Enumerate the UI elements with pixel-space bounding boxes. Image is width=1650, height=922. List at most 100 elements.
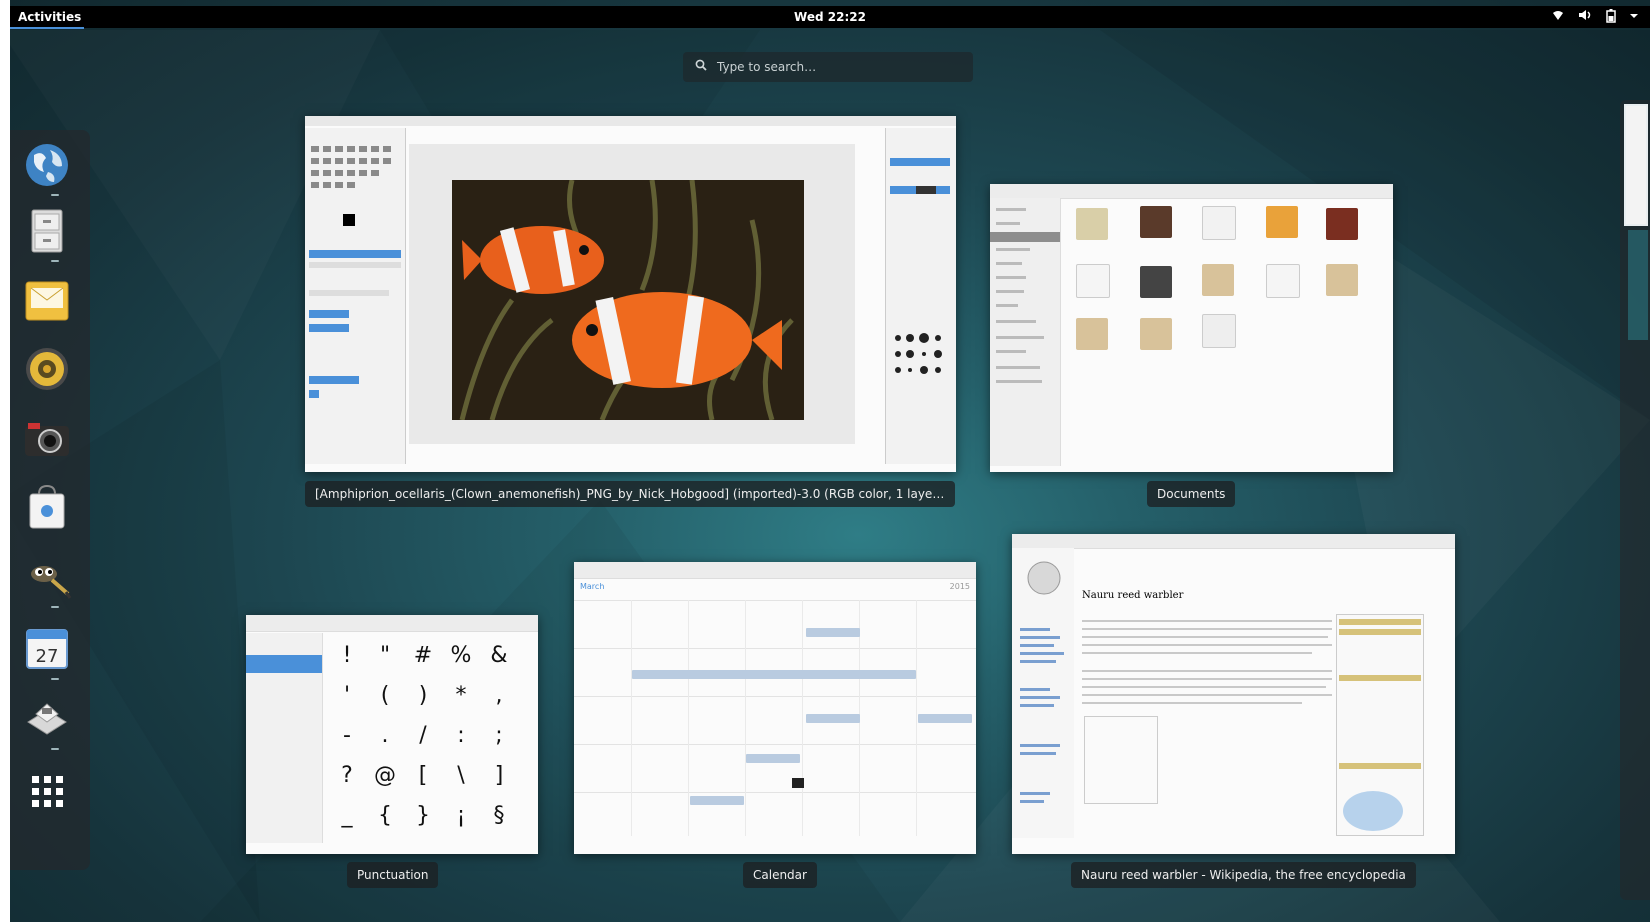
character-categories: [246, 633, 323, 843]
calendar-gridline: [745, 600, 746, 836]
running-indicator: [51, 606, 59, 608]
running-indicator: [51, 748, 59, 750]
window-headerbar: [574, 562, 976, 579]
category-selected[interactable]: [246, 655, 322, 673]
character-cell[interactable]: @: [366, 757, 404, 795]
infobox-header: [1339, 763, 1421, 769]
character-cell[interactable]: ": [366, 637, 404, 675]
calendar-icon[interactable]: 27: [22, 624, 72, 674]
calendar-event[interactable]: [918, 714, 972, 723]
character-cell[interactable]: ): [404, 677, 442, 715]
character-cell[interactable]: ¡: [442, 797, 480, 835]
character-cell[interactable]: (: [366, 677, 404, 715]
calendar-event[interactable]: [806, 714, 860, 723]
clownfish-image: [452, 180, 804, 420]
search-icon: [695, 59, 707, 75]
activities-button[interactable]: Activities: [18, 10, 81, 24]
window-caption-files: Documents: [1147, 481, 1236, 507]
clock[interactable]: Wed 22:22: [794, 10, 866, 24]
network-icon: [1552, 9, 1564, 26]
table-of-contents: [1084, 716, 1158, 804]
calendar-event[interactable]: [806, 628, 860, 637]
article-text-line: [1082, 628, 1332, 630]
file-document: [1266, 264, 1300, 298]
files-sidebar: [990, 198, 1061, 466]
character-cell[interactable]: ': [328, 677, 366, 715]
search-entry[interactable]: Type to search…: [683, 52, 973, 82]
character-cell[interactable]: &: [480, 637, 518, 675]
file-document: [1202, 206, 1236, 240]
window-headerbar: [246, 615, 538, 632]
calendar-today-marker: [792, 778, 804, 788]
character-cell[interactable]: #: [404, 637, 442, 675]
software-store-icon[interactable]: [22, 482, 72, 532]
window-caption-calendar: Calendar: [743, 862, 817, 888]
character-cell[interactable]: %: [442, 637, 480, 675]
dash: 27: [10, 130, 90, 870]
mail-icon[interactable]: [22, 276, 72, 326]
file-manager-icon[interactable]: [22, 206, 72, 256]
search-placeholder: Type to search…: [717, 60, 817, 74]
calendar-gridline: [688, 600, 689, 836]
article-text-line: [1082, 652, 1312, 654]
calendar-event[interactable]: [690, 796, 744, 805]
wikipedia-sidebar: [1012, 548, 1074, 838]
character-cell[interactable]: !: [328, 637, 366, 675]
infobox: [1336, 614, 1424, 836]
music-player-icon[interactable]: [22, 344, 72, 394]
web-browser-icon[interactable]: [22, 140, 72, 190]
character-cell[interactable]: .: [366, 717, 404, 755]
running-indicator: [51, 194, 59, 196]
show-applications-icon[interactable]: [22, 766, 72, 816]
window-character-map[interactable]: ! " # % & ' ( ) * , - . / : ; ? @ [ \ ] …: [246, 615, 538, 854]
calendar-gridline: [631, 600, 632, 836]
window-calendar[interactable]: March 2015: [574, 562, 976, 854]
character-cell[interactable]: _: [328, 797, 366, 835]
calendar-event[interactable]: [746, 754, 800, 763]
character-cell[interactable]: *: [442, 677, 480, 715]
character-cell[interactable]: /: [404, 717, 442, 755]
character-cell[interactable]: [: [404, 757, 442, 795]
workspace-thumbnail-active[interactable]: [1624, 104, 1648, 226]
window-caption-gimp: [Amphiprion_ocellaris_(Clown_anemonefish…: [305, 481, 955, 507]
workspace-thumbnail-empty[interactable]: [1628, 230, 1648, 340]
character-cell[interactable]: ?: [328, 757, 366, 795]
folder-icon: [1140, 318, 1172, 350]
window-files[interactable]: [990, 184, 1393, 472]
character-cell[interactable]: §: [480, 797, 518, 835]
character-grid: ! " # % & ' ( ) * , - . / : ; ? @ [ \ ] …: [328, 637, 518, 837]
file-thumbnail: [1140, 266, 1172, 298]
top-bar: Activities Wed 22:22: [10, 6, 1650, 29]
article-title: Nauru reed warbler: [1082, 590, 1184, 601]
character-cell[interactable]: :: [442, 717, 480, 755]
article-text-line: [1082, 686, 1326, 688]
window-headerbar: [1012, 534, 1455, 549]
character-cell[interactable]: }: [404, 797, 442, 835]
file-document: [1076, 264, 1110, 298]
window-wikipedia[interactable]: Nauru reed warbler: [1012, 534, 1455, 854]
infobox-header: [1339, 675, 1421, 681]
character-cell[interactable]: ,: [480, 677, 518, 715]
character-cell[interactable]: -: [328, 717, 366, 755]
calendar-event[interactable]: [632, 670, 916, 679]
article-text-line: [1082, 694, 1332, 696]
character-cell[interactable]: ]: [480, 757, 518, 795]
article-text-line: [1082, 620, 1332, 622]
character-map-icon[interactable]: [22, 694, 72, 744]
gimp-icon[interactable]: [22, 552, 72, 602]
screen-border: [0, 0, 10, 922]
folder-icon: [1202, 264, 1234, 296]
system-status-area[interactable]: [1552, 9, 1638, 26]
window-gimp[interactable]: [305, 116, 956, 472]
camera-icon[interactable]: [22, 414, 72, 464]
gimp-toolbox: [305, 128, 406, 464]
character-cell[interactable]: {: [366, 797, 404, 835]
infobox-header: [1339, 629, 1421, 635]
character-cell[interactable]: \: [442, 757, 480, 795]
character-cell[interactable]: ;: [480, 717, 518, 755]
range-map: [1343, 791, 1403, 831]
article-text-line: [1082, 678, 1332, 680]
file-thumbnail: [1266, 206, 1298, 238]
calendar-day-badge: 27: [36, 646, 59, 667]
system-menu-arrow-icon: [1630, 9, 1638, 26]
